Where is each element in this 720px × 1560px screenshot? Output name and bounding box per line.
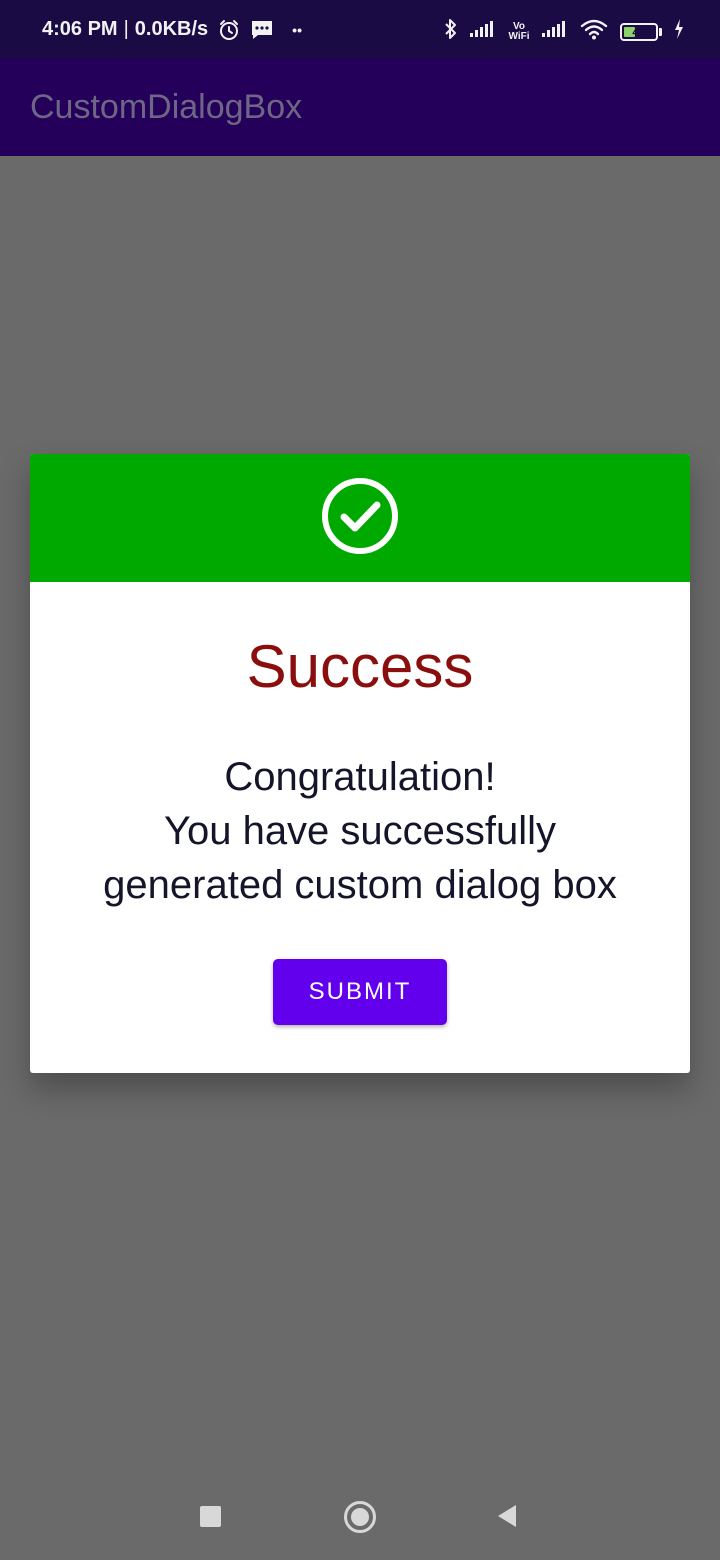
network-speed: 0.0KB/s bbox=[134, 18, 209, 40]
battery-cap bbox=[659, 27, 662, 36]
message-line: Congratulation! bbox=[224, 755, 496, 799]
more-dots: •• bbox=[292, 21, 302, 38]
status-right: Vo WiFi 44 bbox=[444, 18, 684, 45]
check-circle-icon bbox=[320, 476, 400, 561]
status-left: 4:06 PM | 0.0KB/s •• bbox=[42, 18, 302, 41]
bluetooth-icon bbox=[444, 18, 458, 45]
app-bar: CustomDialogBox bbox=[0, 58, 720, 156]
submit-button[interactable]: SUBMIT bbox=[273, 959, 447, 1025]
message-line: generated custom dialog box bbox=[103, 863, 617, 907]
battery-body: 44 bbox=[620, 22, 658, 41]
status-bar: 4:06 PM | 0.0KB/s •• Vo WiFi 44 bbox=[0, 0, 720, 64]
wifi-icon bbox=[580, 18, 608, 45]
charging-icon bbox=[674, 19, 684, 44]
status-separator: | bbox=[123, 18, 129, 40]
app-title: CustomDialogBox bbox=[30, 88, 303, 126]
message-line: You have successfully bbox=[163, 809, 557, 853]
message-icon bbox=[250, 19, 274, 41]
recents-square-icon[interactable] bbox=[200, 1506, 221, 1527]
navigation-bar bbox=[0, 1480, 720, 1560]
battery-level: 44 bbox=[632, 24, 646, 39]
back-triangle-icon[interactable] bbox=[496, 1504, 518, 1533]
signal-icon-2 bbox=[542, 20, 568, 43]
dialog-title: Success bbox=[246, 633, 474, 700]
dialog-header bbox=[30, 454, 690, 582]
home-circle-icon[interactable] bbox=[343, 1500, 377, 1539]
alarm-icon bbox=[218, 19, 240, 41]
vowifi-icon: Vo WiFi bbox=[508, 20, 530, 42]
success-dialog: Success Congratulation! You have success… bbox=[30, 454, 690, 1073]
dialog-message: Congratulation! You have successfully ge… bbox=[30, 750, 690, 912]
signal-icon bbox=[470, 20, 496, 43]
status-time: 4:06 PM bbox=[42, 18, 118, 40]
battery-icon: 44 bbox=[620, 22, 662, 41]
